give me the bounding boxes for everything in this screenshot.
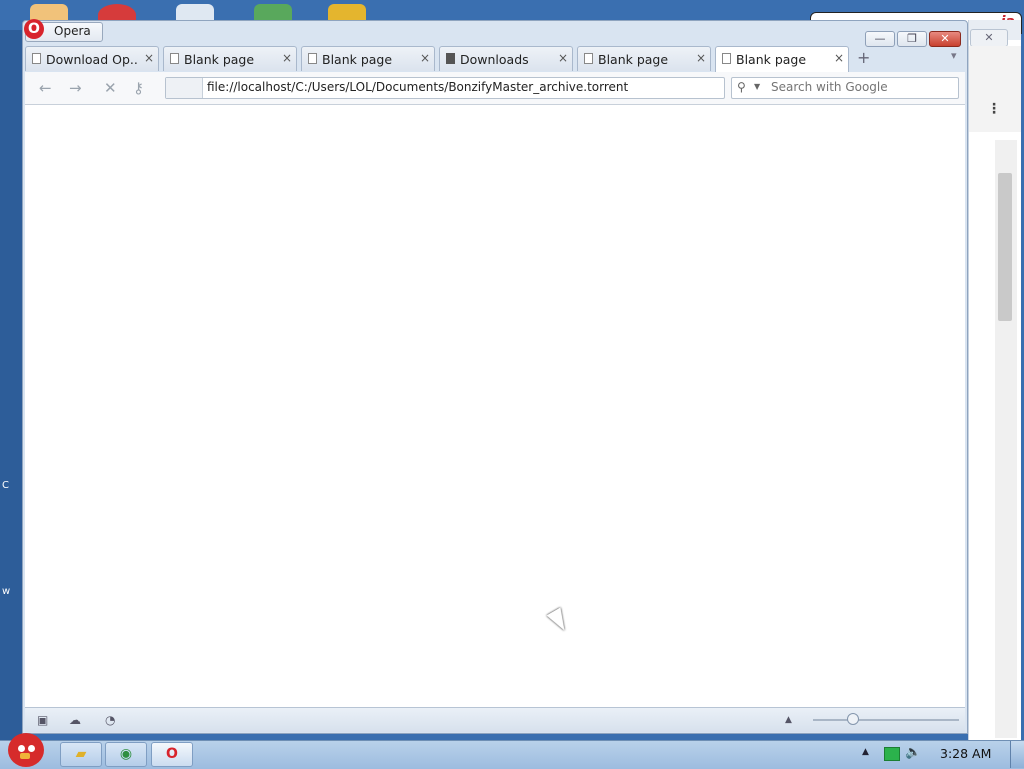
angry-bird-icon <box>8 733 44 767</box>
new-tab-icon[interactable]: + <box>857 48 870 67</box>
desktop-edge-letter: C <box>2 480 9 491</box>
tab-close-icon[interactable]: × <box>558 51 568 65</box>
taskbar-opera-button[interactable]: O <box>151 742 193 767</box>
view-icon[interactable]: ▲ <box>785 715 792 725</box>
opera-menu-label: Opera <box>54 24 91 38</box>
address-url[interactable]: file://localhost/C:/Users/LOL/Documents/… <box>207 80 628 94</box>
opera-menu-button[interactable]: O Opera <box>24 19 103 42</box>
page-icon <box>32 53 41 64</box>
navigation-toolbar: ← → ✕ ⚷ file://localhost/C:/Users/LOL/Do… <box>25 72 965 105</box>
panel-toggle-icon[interactable]: ▣ <box>37 713 48 727</box>
page-icon <box>584 53 593 64</box>
zoom-slider-track[interactable] <box>813 719 959 721</box>
bird-eye <box>18 745 25 752</box>
start-button[interactable] <box>2 729 50 769</box>
opera-window: O Opera — ❐ ✕ Download Op... × Blank pag… <box>22 19 968 734</box>
forward-icon[interactable]: → <box>69 79 82 97</box>
tab-blank-page[interactable]: Blank page × <box>577 46 711 71</box>
address-bar[interactable]: file://localhost/C:/Users/LOL/Documents/… <box>165 77 725 99</box>
tab-label: Blank page <box>184 52 255 67</box>
tab-close-icon[interactable]: × <box>834 51 844 65</box>
close-button[interactable]: ✕ <box>929 31 961 47</box>
chrome-icon: ◉ <box>119 746 133 762</box>
volume-icon[interactable]: 🔈 <box>905 745 921 760</box>
tab-blank-page[interactable]: Blank page × <box>163 46 297 71</box>
stop-icon[interactable]: ✕ <box>104 79 117 97</box>
tab-label: Download Op... <box>46 52 138 67</box>
tab-label: Blank page <box>322 52 393 67</box>
background-close-button[interactable]: ✕ <box>970 29 1008 47</box>
search-icon[interactable]: ⚲ <box>737 80 746 94</box>
cloud-sync-icon[interactable]: ☁ <box>69 713 81 727</box>
zoom-slider-handle[interactable] <box>847 713 859 725</box>
show-desktop-button[interactable] <box>1010 741 1024 768</box>
taskbar-chrome-button[interactable]: ◉ <box>105 742 147 767</box>
desktop-left-edge <box>0 30 24 740</box>
system-clock[interactable]: 3:28 AM <box>940 746 991 761</box>
bird-beak <box>20 753 30 759</box>
tab-menu-icon[interactable]: ▾ <box>951 49 957 62</box>
desktop-edge-letter: w <box>2 586 11 597</box>
battery-icon[interactable] <box>884 747 900 761</box>
page-content[interactable] <box>25 105 965 707</box>
tab-close-icon[interactable]: × <box>420 51 430 65</box>
tab-close-icon[interactable]: × <box>282 51 292 65</box>
menu-icon[interactable]: ⋮ <box>987 102 1001 116</box>
key-icon[interactable]: ⚷ <box>133 79 144 97</box>
site-badge[interactable] <box>166 78 203 98</box>
bird-eye <box>28 745 35 752</box>
back-icon[interactable]: ← <box>39 79 52 97</box>
tab-label: Downloads <box>460 52 529 67</box>
restore-button[interactable]: ❐ <box>897 31 927 47</box>
tab-downloads[interactable]: Downloads × <box>439 46 573 71</box>
tab-close-icon[interactable]: × <box>144 51 154 65</box>
mouse-cursor-icon <box>546 607 572 635</box>
tab-label: Blank page <box>598 52 669 67</box>
tab-blank-page[interactable]: Blank page × <box>301 46 435 71</box>
tab-download-opera[interactable]: Download Op... × <box>25 46 159 71</box>
opera-logo-icon: O <box>24 19 44 39</box>
download-icon <box>446 53 455 64</box>
minimize-button[interactable]: — <box>865 31 895 47</box>
tab-close-icon[interactable]: × <box>696 51 706 65</box>
page-icon <box>308 53 317 64</box>
tab-bar: Download Op... × Blank page × Blank page… <box>25 46 965 72</box>
search-box[interactable]: ⚲ ▼ <box>731 77 959 99</box>
search-input[interactable] <box>771 80 951 94</box>
tab-blank-page-active[interactable]: Blank page × <box>715 46 849 72</box>
status-bar: ▣ ☁ ◔ ▲ <box>25 707 965 732</box>
background-scrollbar[interactable] <box>995 140 1017 738</box>
background-toolbar <box>969 46 1021 132</box>
taskbar: ▰ ◉ O ▲ 🔈 3:28 AM <box>0 733 1024 769</box>
taskbar-explorer-button[interactable]: ▰ <box>60 742 102 767</box>
turbo-speed-icon[interactable]: ◔ <box>105 713 115 727</box>
opera-icon: O <box>166 746 178 762</box>
search-engine-dropdown-icon[interactable]: ▼ <box>754 82 760 91</box>
folder-icon: ▰ <box>75 746 87 762</box>
tab-label: Blank page <box>736 52 807 67</box>
tray-expand-icon[interactable]: ▲ <box>862 747 869 757</box>
scrollbar-thumb[interactable] <box>998 173 1012 321</box>
page-icon <box>722 53 731 64</box>
page-icon <box>170 53 179 64</box>
background-browser-window: ✕ ⋮ <box>968 20 1021 740</box>
